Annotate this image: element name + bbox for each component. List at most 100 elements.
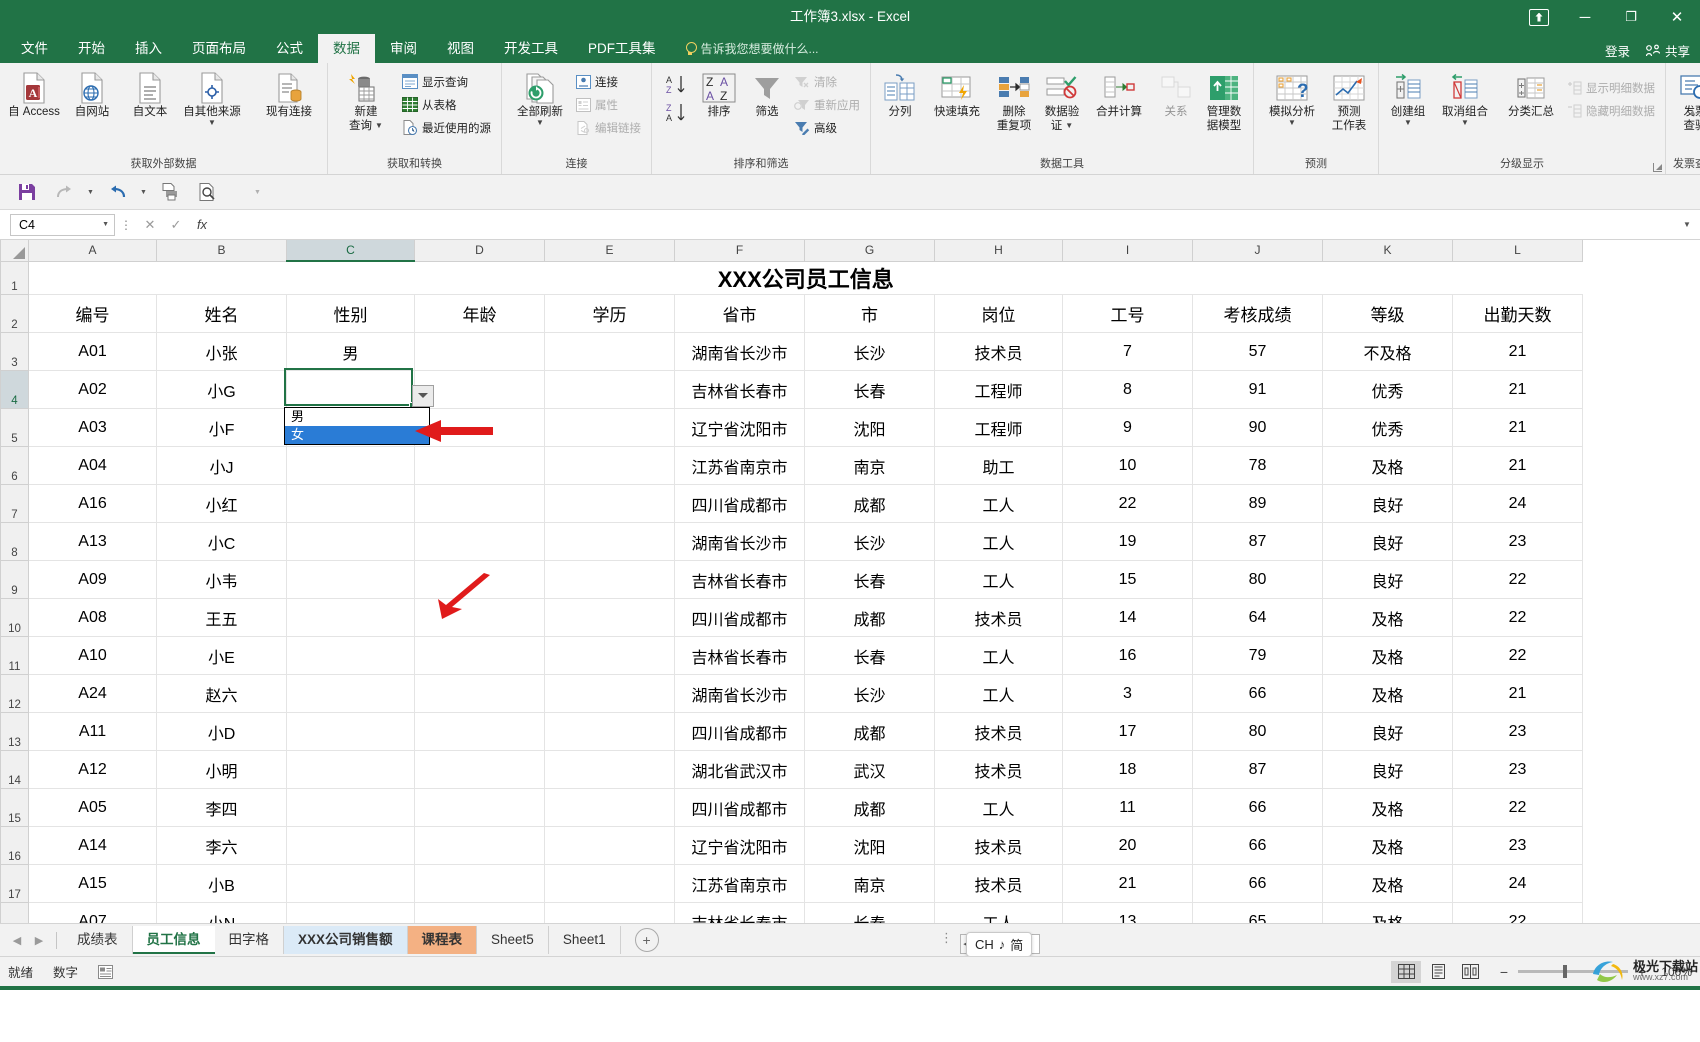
- grid-cell[interactable]: 工人: [934, 522, 1063, 561]
- grid-cell[interactable]: 19: [1062, 522, 1193, 561]
- grid-cell[interactable]: 66: [1192, 826, 1323, 865]
- chevron-down-icon[interactable]: ▼: [1404, 119, 1412, 127]
- grid-cell[interactable]: 良好: [1322, 560, 1453, 599]
- table-header-cell[interactable]: 市: [804, 294, 935, 333]
- grid-cell[interactable]: 技术员: [934, 826, 1063, 865]
- grid-cell[interactable]: 优秀: [1322, 408, 1453, 447]
- select-all-corner[interactable]: [0, 240, 29, 262]
- from-table-button[interactable]: 从表格: [399, 93, 496, 116]
- grid-cell[interactable]: [414, 484, 545, 523]
- grid-cell[interactable]: 24: [1452, 484, 1583, 523]
- tab-home[interactable]: 开始: [63, 34, 120, 63]
- grid-cell[interactable]: 21: [1452, 674, 1583, 713]
- grid-cell[interactable]: 小J: [156, 446, 287, 485]
- grid-cell[interactable]: [544, 522, 675, 561]
- grid-cell[interactable]: 3: [1062, 674, 1193, 713]
- grid-cell[interactable]: 赵六: [156, 674, 287, 713]
- grid-cell[interactable]: 87: [1192, 522, 1323, 561]
- grid-cell[interactable]: 66: [1192, 864, 1323, 903]
- grid-cell[interactable]: [414, 750, 545, 789]
- outline-dialog-launcher[interactable]: [1653, 163, 1662, 172]
- tab-data[interactable]: 数据: [318, 34, 375, 63]
- grid-cell[interactable]: [414, 598, 545, 637]
- grid-cell[interactable]: [544, 332, 675, 371]
- grid-cell[interactable]: 长春: [804, 636, 935, 675]
- grid-cell[interactable]: 22: [1452, 560, 1583, 599]
- cancel-formula-icon[interactable]: ✕: [137, 214, 163, 236]
- grid-cell[interactable]: 王五: [156, 598, 287, 637]
- chevron-down-icon[interactable]: ▼: [1288, 119, 1296, 127]
- grid-cell[interactable]: A10: [28, 636, 157, 675]
- grid-cell[interactable]: 89: [1192, 484, 1323, 523]
- filter-button[interactable]: 筛选: [743, 68, 791, 119]
- data-validation-button[interactable]: 数据验 证 ▼: [1038, 68, 1086, 133]
- grid-cell[interactable]: 小B: [156, 864, 287, 903]
- grid-cell[interactable]: 工程师: [934, 370, 1063, 409]
- grid-cell[interactable]: A11: [28, 712, 157, 751]
- grid-cell[interactable]: 9: [1062, 408, 1193, 447]
- grid-cell[interactable]: 工程师: [934, 408, 1063, 447]
- chevron-down-icon[interactable]: ▼: [375, 122, 383, 130]
- what-if-analysis-button[interactable]: ? 模拟分析 ▼: [1259, 68, 1325, 127]
- print-preview-icon[interactable]: [190, 178, 224, 206]
- active-cell-selection[interactable]: [284, 368, 415, 408]
- grid-cell[interactable]: 男: [286, 332, 415, 371]
- grid-cell[interactable]: 长沙: [804, 522, 935, 561]
- table-header-cell[interactable]: 姓名: [156, 294, 287, 333]
- row-header-10[interactable]: 10: [0, 598, 29, 637]
- grid-cell[interactable]: 长沙: [804, 674, 935, 713]
- chevron-down-icon[interactable]: ▼: [536, 119, 544, 127]
- next-sheet-button[interactable]: ▶: [28, 927, 50, 953]
- tab-pdf-tools[interactable]: PDF工具集: [573, 34, 671, 63]
- sort-button[interactable]: Z A A Z 排序: [695, 68, 743, 119]
- chevron-down-icon[interactable]: ▼: [1065, 122, 1073, 130]
- grid-cell[interactable]: [414, 864, 545, 903]
- ungroup-button[interactable]: 取消组合 ▼: [1432, 68, 1498, 127]
- grid-cell[interactable]: 工人: [934, 674, 1063, 713]
- grid-cell[interactable]: A09: [28, 560, 157, 599]
- row-header-15[interactable]: 15: [0, 788, 29, 827]
- grid-cell[interactable]: [544, 560, 675, 599]
- grid-cell[interactable]: 南京: [804, 446, 935, 485]
- grid-cell[interactable]: 80: [1192, 560, 1323, 599]
- row-header-8[interactable]: 8: [0, 522, 29, 561]
- grid-cell[interactable]: 李四: [156, 788, 287, 827]
- grid-cell[interactable]: 小C: [156, 522, 287, 561]
- text-to-columns-button[interactable]: 分列: [876, 68, 924, 119]
- grid-cell[interactable]: [414, 560, 545, 599]
- grid-cell[interactable]: 吉林省长春市: [674, 560, 805, 599]
- insert-function-icon[interactable]: fx: [189, 214, 215, 236]
- grid-cell[interactable]: A16: [28, 484, 157, 523]
- table-header-cell[interactable]: 省市: [674, 294, 805, 333]
- grid-cell[interactable]: 江苏省南京市: [674, 864, 805, 903]
- grid-cell[interactable]: [414, 636, 545, 675]
- row-header-11[interactable]: 11: [0, 636, 29, 675]
- grid-cell[interactable]: [414, 902, 545, 923]
- row-header-12[interactable]: 12: [0, 674, 29, 713]
- grid-cell[interactable]: 及格: [1322, 864, 1453, 903]
- table-header-cell[interactable]: 工号: [1062, 294, 1193, 333]
- grid-cell[interactable]: [414, 446, 545, 485]
- undo-icon[interactable]: [100, 178, 134, 206]
- grid-cell[interactable]: 工人: [934, 636, 1063, 675]
- tab-developer[interactable]: 开发工具: [489, 34, 573, 63]
- grid-cell[interactable]: 22: [1062, 484, 1193, 523]
- grid-cell[interactable]: [286, 522, 415, 561]
- grid-cell[interactable]: [544, 674, 675, 713]
- row-header-18[interactable]: 18: [0, 902, 29, 923]
- grid-cell[interactable]: A05: [28, 788, 157, 827]
- grid-cell[interactable]: [544, 636, 675, 675]
- manage-data-model-button[interactable]: 管理数 据模型: [1200, 68, 1248, 133]
- grid-cell[interactable]: 助工: [934, 446, 1063, 485]
- grid-cell[interactable]: 66: [1192, 674, 1323, 713]
- dropdown-item-female[interactable]: 女: [285, 426, 429, 444]
- column-header-E[interactable]: E: [544, 240, 675, 262]
- zoom-out-button[interactable]: −: [1497, 964, 1511, 980]
- grid-cell[interactable]: 良好: [1322, 522, 1453, 561]
- grid-cell[interactable]: [286, 902, 415, 923]
- zoom-slider-handle[interactable]: [1563, 965, 1567, 978]
- grid-cell[interactable]: 13: [1062, 902, 1193, 923]
- sort-descending-button[interactable]: Z A: [661, 99, 691, 127]
- grid-cell[interactable]: 16: [1062, 636, 1193, 675]
- grid-cell[interactable]: 长春: [804, 370, 935, 409]
